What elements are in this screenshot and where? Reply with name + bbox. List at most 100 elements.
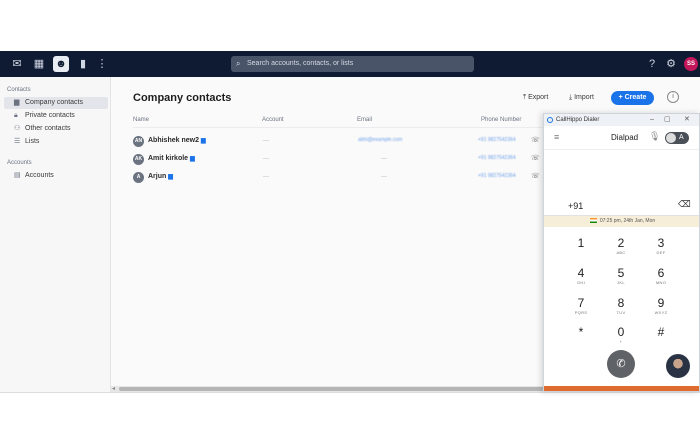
people-icon: ⚇ <box>14 125 21 132</box>
page-title: Company contacts <box>133 92 232 104</box>
sidebar-item-company-contacts[interactable]: ▆ Company contacts <box>4 97 108 109</box>
sidebar-item-label: Company contacts <box>25 99 83 106</box>
dialer-window-title: CallHippo Dialer <box>556 117 600 123</box>
dialpad-key-5[interactable]: 5 JKL <box>606 266 636 292</box>
briefcase-icon: ▤ <box>14 172 21 179</box>
upload-icon: ⤒ <box>523 94 527 101</box>
sidebar-item-private-contacts[interactable]: 🔒︎ Private contacts <box>4 110 108 122</box>
sidebar-item-other-contacts[interactable]: ⚇ Other contacts <box>4 123 108 135</box>
call-icon[interactable]: ☏ <box>531 136 540 144</box>
building-icon: ▆ <box>14 99 20 106</box>
avatar: A <box>133 172 144 183</box>
contact-name[interactable]: Arjun ▆ <box>148 173 173 180</box>
account-value: — <box>263 156 269 162</box>
dialer-mode-label: Dialpad <box>611 133 639 142</box>
help-icon[interactable]: ? <box>644 56 660 72</box>
company-badge-icon: ▆ <box>200 138 206 144</box>
sidebar-item-label: Private contacts <box>25 112 75 119</box>
sidebar-item-label: Lists <box>25 138 40 145</box>
sidebar-item-label: Other contacts <box>25 125 71 132</box>
company-badge-icon: ▆ <box>168 174 173 180</box>
avatar: AN <box>133 136 144 147</box>
dialpad-key-8[interactable]: 8 TUV <box>606 296 636 322</box>
export-button[interactable]: ⤒ Export <box>523 92 548 104</box>
search-icon: ⌕ <box>236 59 241 68</box>
column-header-name[interactable]: Name <box>133 117 149 123</box>
inbox-icon[interactable]: ✉ <box>9 56 25 72</box>
country-code: +91 <box>568 201 584 211</box>
lock-icon: 🔒︎ <box>14 112 18 119</box>
dialpad-key-star[interactable]: * <box>566 325 596 351</box>
download-icon: ⤓ <box>569 94 573 101</box>
dialpad-key-4[interactable]: 4 GHI <box>566 266 596 292</box>
more-icon[interactable]: ⋮ <box>94 56 110 72</box>
minimize-icon[interactable]: – <box>650 114 654 126</box>
add-user-icon: + <box>618 94 623 101</box>
contacts-icon[interactable]: ☻ <box>53 56 69 72</box>
search-input[interactable]: ⌕ Search accounts, contacts, or lists <box>231 56 474 72</box>
dialpad-key-9[interactable]: 9 WXYZ <box>646 296 676 322</box>
datetime-text: 07:25 pm, 24th Jan, Mon <box>599 218 656 224</box>
scroll-left-icon[interactable]: ◂ <box>112 385 115 392</box>
microphone-icon[interactable]: 🎙︎ <box>649 131 660 142</box>
maximize-icon[interactable]: ▢ <box>664 114 671 126</box>
phone-value[interactable]: +91 9827542364 <box>478 137 516 143</box>
column-header-account[interactable]: Account <box>262 117 284 123</box>
search-placeholder: Search accounts, contacts, or lists <box>247 60 354 67</box>
hamburger-menu-icon[interactable]: ≡ <box>554 132 559 142</box>
dialpad-key-7[interactable]: 7 PQRS <box>566 296 596 322</box>
import-button[interactable]: ⤓ Import <box>569 92 594 104</box>
user-avatar[interactable]: SS <box>684 57 698 71</box>
sidebar: Contacts ▆ Company contacts 🔒︎ Private c… <box>0 77 111 392</box>
email-value[interactable]: abhi@example.com <box>358 137 402 143</box>
close-icon[interactable]: ✕ <box>684 114 690 126</box>
call-icon[interactable]: ☏ <box>531 154 540 162</box>
toggle-label: A <box>679 134 684 141</box>
contact-name[interactable]: Amit kirkole ▆ <box>148 155 195 162</box>
call-button[interactable]: ✆ <box>607 350 635 378</box>
callhippo-logo-icon <box>547 117 553 123</box>
column-header-phone[interactable]: Phone Number <box>481 117 521 123</box>
availability-toggle[interactable]: A <box>665 132 689 144</box>
sidebar-item-lists[interactable]: ☰ Lists <box>4 136 108 148</box>
email-value: — <box>381 156 387 162</box>
sidebar-item-label: Accounts <box>25 172 54 179</box>
dialer-header: ≡ Dialpad 🎙︎ A <box>544 126 699 150</box>
phone-number-field[interactable]: +91 ⌫ <box>544 196 699 216</box>
export-label: Export <box>528 94 549 101</box>
call-icon[interactable]: ☏ <box>531 172 540 180</box>
toggle-knob <box>666 133 676 143</box>
phone-value[interactable]: +91 9827542364 <box>478 155 516 161</box>
gear-icon[interactable]: ⚙ <box>663 56 679 72</box>
column-header-email[interactable]: Email <box>357 117 372 123</box>
list-icon: ☰ <box>14 138 21 145</box>
contact-name[interactable]: Abhishek new2 ▆ <box>148 137 206 144</box>
calendar-icon[interactable]: ▦ <box>31 56 47 72</box>
dialer-bottom-bar <box>544 386 699 391</box>
import-label: Import <box>574 94 594 101</box>
dialpad-key-1[interactable]: 1 <box>566 236 596 262</box>
create-button[interactable]: + Create <box>611 91 654 105</box>
info-icon[interactable]: i <box>667 91 679 103</box>
dialpad-key-6[interactable]: 6 MNO <box>646 266 676 292</box>
phone-value[interactable]: +91 9827542364 <box>478 173 516 179</box>
sidebar-item-accounts[interactable]: ▤ Accounts <box>4 170 108 182</box>
dialer-titlebar: CallHippo Dialer – ▢ ✕ <box>544 114 699 126</box>
dialpad-key-2[interactable]: 2 ABC <box>606 236 636 262</box>
scrollbar-thumb[interactable] <box>119 387 544 391</box>
analytics-icon[interactable]: ▮ <box>75 56 91 72</box>
dialpad-key-3[interactable]: 3 DEF <box>646 236 676 262</box>
email-value: — <box>381 174 387 180</box>
dialpad-key-0[interactable]: 0 + <box>606 325 636 351</box>
phone-icon: ✆ <box>616 358 626 370</box>
dialpad-key-hash[interactable]: # <box>646 325 676 351</box>
company-badge-icon: ▆ <box>190 156 195 162</box>
avatar: AK <box>133 154 144 165</box>
account-value: — <box>263 174 269 180</box>
datetime-banner: 07:25 pm, 24th Jan, Mon <box>544 216 699 227</box>
backspace-icon[interactable]: ⌫ <box>678 199 691 210</box>
sidebar-section-contacts: Contacts <box>7 87 31 93</box>
avatar[interactable] <box>666 354 690 378</box>
create-label: Create <box>624 94 647 101</box>
dialer-window: CallHippo Dialer – ▢ ✕ ≡ Dialpad 🎙︎ A +9… <box>543 113 700 392</box>
